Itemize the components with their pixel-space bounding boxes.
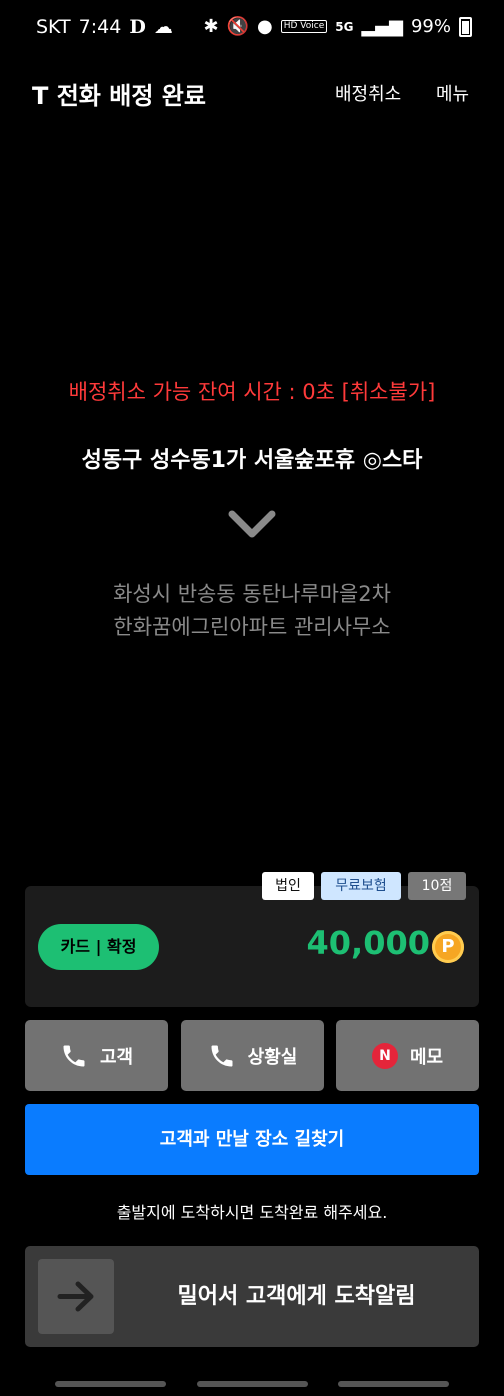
points-badge: 10점	[408, 872, 466, 900]
corporate-badge: 법인	[262, 872, 314, 900]
battery-label: 99%	[410, 16, 451, 37]
page-title: T 전화 배정 완료	[32, 82, 206, 110]
destination-line-1: 화성시 반송동 동탄나루마을2차	[113, 582, 391, 606]
origin-address: 성동구 성수동1가 서울숲포휴 ◎스타	[81, 448, 423, 473]
memo-button[interactable]: N 메모	[336, 1020, 479, 1091]
cancel-assignment-button[interactable]: 배정취소	[335, 80, 401, 106]
hd-voice-icon: HD Voice	[280, 20, 328, 33]
bluetooth-icon: ✱	[203, 16, 219, 37]
slider-label: 밀어서 고객에게 도착알림	[177, 1284, 416, 1309]
control-room-label: 상황실	[247, 1046, 298, 1068]
system-nav-recent[interactable]	[55, 1381, 166, 1387]
destination-address: 화성시 반송동 동탄나루마을2차 한화꿈에그린아파트 관리사무소	[0, 578, 504, 644]
phone-icon	[63, 1045, 85, 1066]
cloud-icon: ☁	[153, 16, 173, 38]
system-nav-home[interactable]	[197, 1381, 308, 1387]
memo-label: 메모	[409, 1046, 444, 1068]
new-memo-icon: N	[371, 1042, 398, 1069]
status-bar: SKT 7:44 D ☁ ✱ 🔇 ● HD Voice 5G ▂▄▆ 99%	[0, 14, 504, 44]
arrival-hint: 출발지에 도착하시면 도착완료 해주세요.	[116, 1203, 388, 1222]
payment-method-pill: 카드 | 확정	[38, 924, 159, 970]
insurance-badge: 무료보험	[321, 872, 401, 900]
call-customer-button[interactable]: 고객	[25, 1020, 168, 1091]
point-coin-icon: P	[432, 931, 464, 963]
battery-icon	[459, 16, 472, 37]
arrow-right-icon	[57, 1281, 94, 1312]
call-control-room-button[interactable]: 상황실	[181, 1020, 324, 1091]
system-nav-back[interactable]	[338, 1381, 449, 1387]
slider-handle[interactable]	[38, 1259, 114, 1334]
status-extra: D	[129, 16, 146, 38]
mute-icon: 🔇	[226, 16, 250, 37]
carrier-label: SKT	[36, 16, 71, 38]
fare-amount: 40,000	[306, 924, 430, 962]
cancel-time-notice: 배정취소 가능 잔여 시간 : 0초 [취소불가]	[68, 380, 436, 404]
location-icon: ●	[257, 16, 273, 37]
status-left: SKT 7:44 D ☁	[36, 16, 173, 38]
phone-icon	[211, 1045, 233, 1066]
status-right: ✱ 🔇 ● HD Voice 5G ▂▄▆ 99%	[203, 16, 472, 37]
signal-icon: ▂▄▆	[361, 16, 403, 37]
network-label: 5G	[335, 19, 354, 34]
clock: 7:44	[78, 16, 122, 38]
destination-line-2: 한화꿈에그린아파트 관리사무소	[113, 615, 391, 639]
call-customer-label: 고객	[99, 1046, 134, 1068]
navigate-to-pickup-button[interactable]: 고객과 만날 장소 길찾기	[25, 1104, 479, 1175]
chevron-down-icon	[228, 510, 276, 538]
menu-button[interactable]: 메뉴	[436, 80, 469, 106]
